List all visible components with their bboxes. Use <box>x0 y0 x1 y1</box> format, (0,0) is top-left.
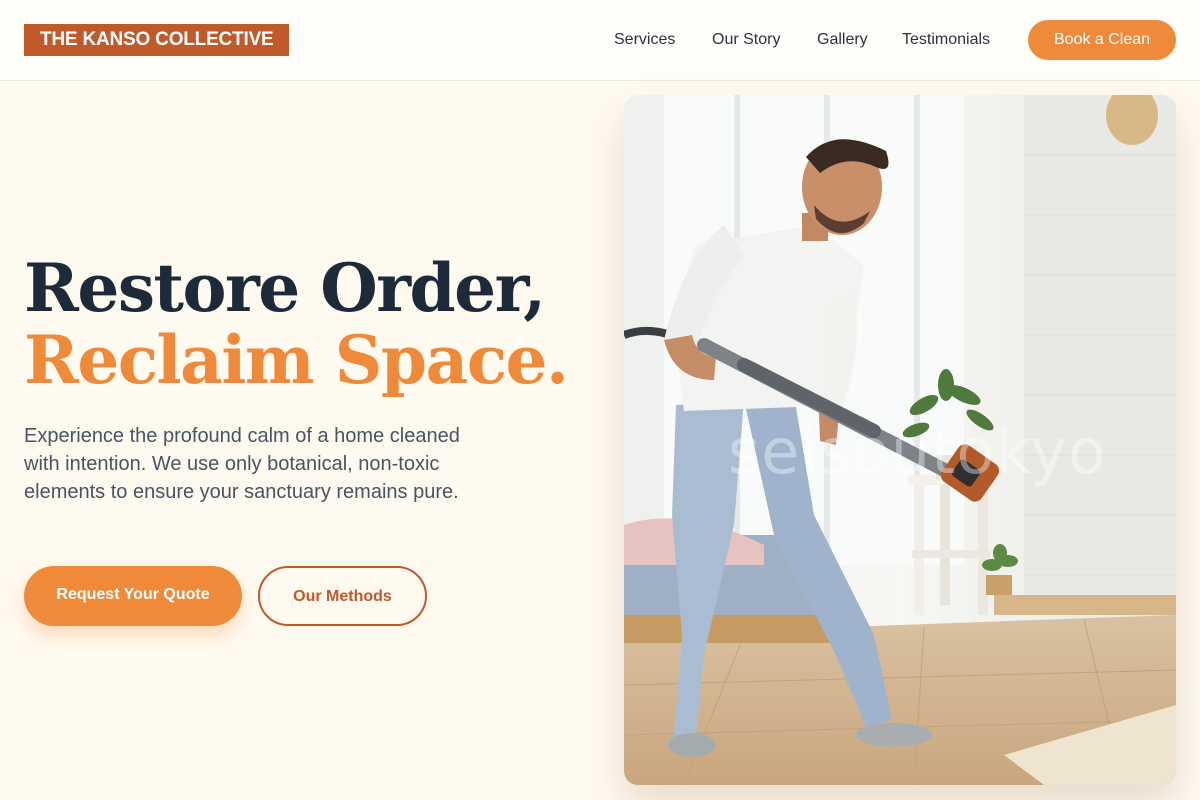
headline-line-2: Reclaim Space. <box>24 321 569 399</box>
headline-line-1: Restore Order, <box>24 249 546 327</box>
nav-link-our-story[interactable]: Our Story <box>712 30 780 50</box>
nav-link-gallery[interactable]: Gallery <box>817 30 868 50</box>
site-header: THE KANSO COLLECTIVE Services Our Story … <box>0 0 1200 81</box>
hero-description: Experience the profound calm of a home c… <box>24 425 460 503</box>
nav-link-testimonials[interactable]: Testimonials <box>902 30 990 50</box>
book-a-clean-button[interactable]: Book a Clean <box>1028 20 1176 60</box>
hero-photo: seisoutokyo <box>624 95 1176 785</box>
request-quote-button[interactable]: Request Your Quote <box>24 566 242 626</box>
image-watermark: seisoutokyo <box>728 415 1107 488</box>
brand-logo[interactable]: THE KANSO COLLECTIVE <box>24 24 289 56</box>
hero-headline: Restore Order, Reclaim Space. <box>24 252 604 396</box>
our-methods-button[interactable]: Our Methods <box>258 566 427 626</box>
nav-link-services[interactable]: Services <box>614 30 675 50</box>
